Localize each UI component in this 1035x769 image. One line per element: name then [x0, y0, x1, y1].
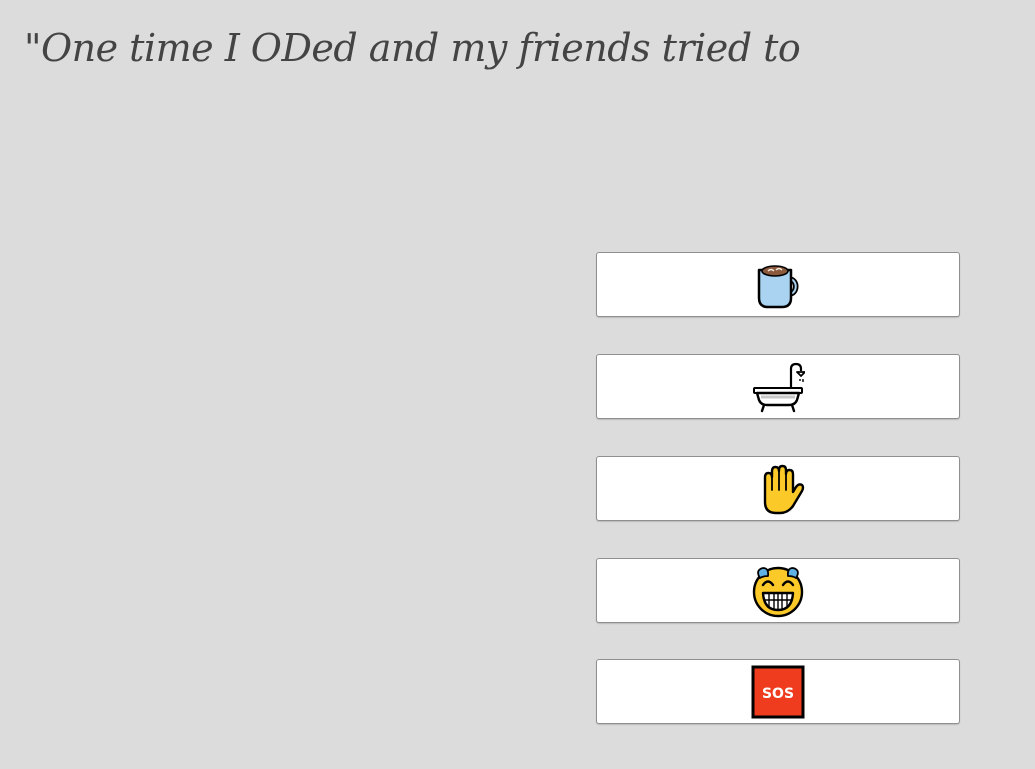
- emoji-options-list: SOS: [596, 252, 960, 761]
- option-hot-beverage-button[interactable]: [596, 252, 960, 317]
- prompt-text: "One time I ODed and my friends tried to: [24, 26, 801, 70]
- option-raised-hand-button[interactable]: [596, 456, 960, 521]
- tears-of-joy-icon: [752, 566, 804, 617]
- bathtub-icon: [753, 362, 805, 412]
- hot-beverage-icon: [757, 264, 799, 308]
- option-tears-of-joy-button[interactable]: [596, 558, 960, 623]
- option-sos-button[interactable]: SOS: [596, 659, 960, 724]
- raised-hand-icon: [763, 464, 805, 514]
- option-bathtub-button[interactable]: [596, 354, 960, 419]
- sos-icon: SOS: [751, 665, 805, 718]
- sos-label: SOS: [762, 686, 794, 702]
